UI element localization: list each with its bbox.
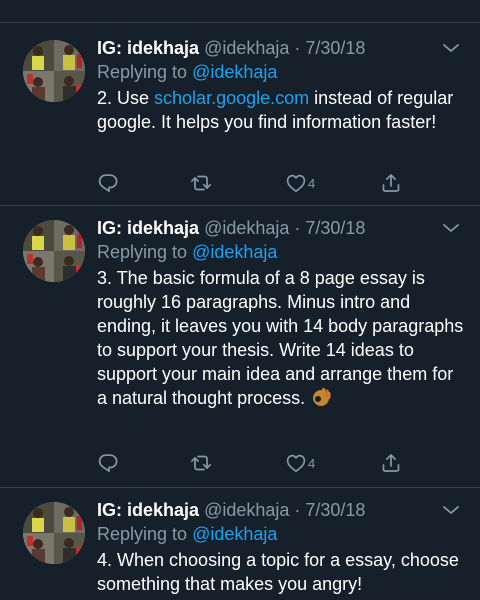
handle-and-date[interactable]: @idekhaja · 7/30/18 — [204, 500, 365, 520]
display-name[interactable]: IG: idekhaja — [97, 500, 199, 520]
replying-to: Replying to @idekhaja — [97, 522, 277, 546]
like-button[interactable]: 4 — [285, 172, 315, 194]
replying-to: Replying to @idekhaja — [97, 240, 277, 264]
reply-icon — [98, 174, 118, 192]
tweet-text-part: 3. The basic formula of a 8 page essay i… — [97, 268, 464, 408]
like-button[interactable]: 4 — [285, 452, 315, 474]
avatar[interactable] — [23, 40, 85, 102]
retweet-icon — [190, 175, 212, 191]
tweet-text: 4. When choosing a topic for a essay, ch… — [97, 548, 465, 596]
top-bar-divider — [0, 0, 480, 23]
chevron-down-icon[interactable] — [440, 40, 462, 56]
reply-button[interactable] — [97, 172, 119, 194]
tweet-item[interactable]: IG: idekhaja @idekhaja · 7/30/18 Replyin… — [0, 26, 480, 206]
replying-prefix: Replying to — [97, 524, 193, 544]
avatar[interactable] — [23, 502, 85, 564]
replying-handle-link[interactable]: @idekhaja — [192, 242, 277, 262]
chevron-down-icon[interactable] — [440, 502, 462, 518]
ok-hand-emoji-icon — [313, 388, 331, 406]
replying-to: Replying to @idekhaja — [97, 60, 277, 84]
tweet-text-part: 4. When choosing a topic for a essay, ch… — [97, 550, 459, 594]
share-button[interactable] — [380, 172, 402, 194]
share-icon — [382, 174, 400, 192]
like-count: 4 — [308, 175, 316, 191]
handle-and-date[interactable]: @idekhaja · 7/30/18 — [204, 38, 365, 58]
tweet-header: IG: idekhaja @idekhaja · 7/30/18 — [97, 216, 365, 240]
display-name[interactable]: IG: idekhaja — [97, 218, 199, 238]
replying-prefix: Replying to — [97, 242, 193, 262]
share-button[interactable] — [380, 452, 402, 474]
tweet-text-part: 2. Use — [97, 88, 155, 108]
avatar[interactable] — [23, 220, 85, 282]
retweet-button[interactable] — [190, 452, 212, 474]
chevron-down-icon[interactable] — [440, 220, 462, 236]
like-count: 4 — [308, 455, 316, 471]
display-name[interactable]: IG: idekhaja — [97, 38, 199, 58]
replying-prefix: Replying to — [97, 62, 193, 82]
retweet-button[interactable] — [190, 172, 212, 194]
reply-button[interactable] — [97, 452, 119, 474]
handle-and-date[interactable]: @idekhaja · 7/30/18 — [204, 218, 365, 238]
tweet-text: 3. The basic formula of a 8 page essay i… — [97, 266, 465, 410]
tweet-item[interactable]: IG: idekhaja @idekhaja · 7/30/18 Replyin… — [0, 488, 480, 600]
heart-icon — [286, 174, 306, 192]
tweet-header: IG: idekhaja @idekhaja · 7/30/18 — [97, 498, 365, 522]
tweet-header: IG: idekhaja @idekhaja · 7/30/18 — [97, 36, 365, 60]
share-icon — [382, 454, 400, 472]
replying-handle-link[interactable]: @idekhaja — [192, 524, 277, 544]
retweet-icon — [190, 455, 212, 471]
tweet-text: 2. Use scholar.google.com instead of reg… — [97, 86, 465, 134]
replying-handle-link[interactable]: @idekhaja — [192, 62, 277, 82]
heart-icon — [286, 454, 306, 473]
tweet-item[interactable]: IG: idekhaja @idekhaja · 7/30/18 Replyin… — [0, 206, 480, 488]
scholar-link[interactable]: scholar.google.com — [154, 88, 309, 108]
reply-icon — [98, 454, 118, 472]
